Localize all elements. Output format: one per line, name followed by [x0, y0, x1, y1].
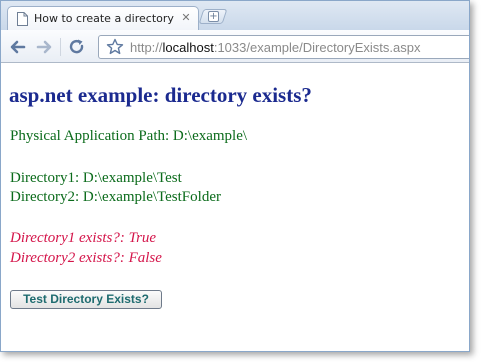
- browser-toolbar: http://localhost:1033/example/DirectoryE…: [1, 30, 469, 63]
- reload-icon[interactable]: [67, 37, 87, 57]
- toolbar-separator: [60, 38, 61, 56]
- physical-path-label: Physical Application Path: D:\example\: [10, 128, 248, 144]
- browser-window: How to create a directory ... ✕ + http:/…: [0, 0, 470, 352]
- tab-strip: How to create a directory ... ✕ +: [1, 1, 469, 31]
- new-tab-button[interactable]: +: [198, 9, 228, 24]
- url-text: http://localhost:1033/example/DirectoryE…: [130, 40, 421, 55]
- close-tab-icon[interactable]: ✕: [180, 11, 192, 25]
- browser-tab[interactable]: How to create a directory ... ✕: [7, 6, 199, 31]
- star-icon[interactable]: [105, 37, 125, 57]
- page-content: asp.net example: directory exists? Physi…: [1, 64, 469, 351]
- test-directory-exists-button[interactable]: Test Directory Exists?: [10, 290, 162, 309]
- address-bar[interactable]: http://localhost:1033/example/DirectoryE…: [98, 35, 469, 59]
- directory1-label: Directory1: D:\example\Test: [10, 170, 182, 186]
- tab-title: How to create a directory ...: [34, 12, 176, 25]
- directory2-result: Directory2 exists?: False: [10, 250, 162, 266]
- plus-icon: +: [208, 11, 219, 22]
- page-icon: [17, 12, 28, 26]
- forward-arrow-icon[interactable]: [34, 37, 54, 57]
- page-title: asp.net example: directory exists?: [9, 83, 312, 107]
- directory2-label: Directory2: D:\example\TestFolder: [10, 189, 221, 205]
- back-arrow-icon[interactable]: [8, 37, 28, 57]
- directory1-result: Directory1 exists?: True: [10, 230, 157, 246]
